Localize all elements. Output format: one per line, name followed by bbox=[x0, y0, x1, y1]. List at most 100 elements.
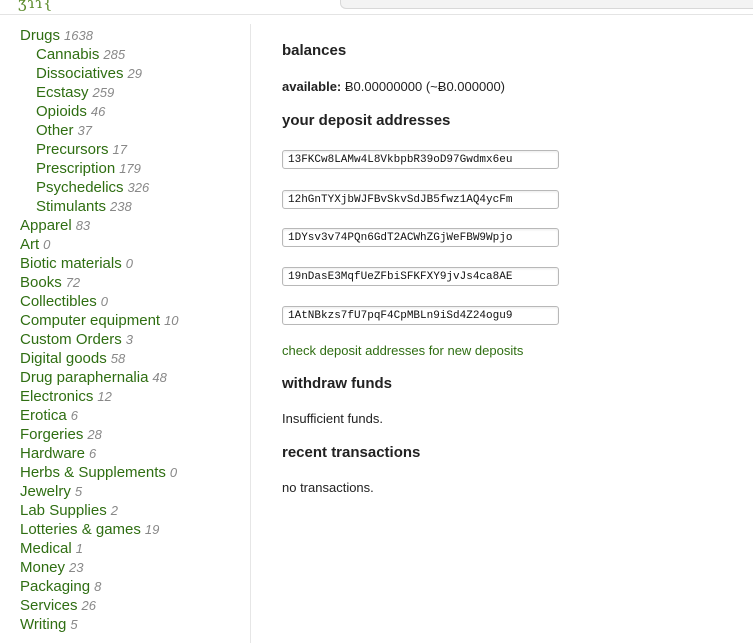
category-link[interactable]: Medical 1 bbox=[20, 539, 83, 558]
subcategory-link[interactable]: Cannabis 285 bbox=[36, 45, 125, 64]
category-label: Lab Supplies bbox=[20, 502, 107, 519]
category-label: Art bbox=[20, 236, 40, 253]
category-link[interactable]: Apparel 83 bbox=[20, 216, 90, 235]
category-count: 326 bbox=[127, 180, 150, 195]
category-label: Computer equipment bbox=[20, 312, 161, 329]
category-link[interactable]: Services 26 bbox=[20, 596, 96, 615]
category-count: 1 bbox=[75, 541, 83, 556]
category-count: 3 bbox=[125, 332, 133, 347]
category-sidebar: Drugs 1638 Cannabis 285 Dissociatives 29 Ecsta… bbox=[0, 24, 251, 643]
category-link[interactable]: Jewelry 5 bbox=[20, 482, 82, 501]
category-label: Electronics bbox=[20, 388, 94, 405]
category-label: Dissociatives bbox=[36, 65, 124, 82]
deposit-address-field[interactable] bbox=[282, 190, 559, 209]
category-label: Biotic materials bbox=[20, 255, 122, 272]
category-label: Writing bbox=[20, 616, 67, 633]
category-label: Ecstasy bbox=[36, 84, 89, 101]
subcategory-link[interactable]: Psychedelics 326 bbox=[36, 178, 149, 197]
category-link[interactable]: Computer equipment 10 bbox=[20, 311, 179, 330]
category-count: 83 bbox=[75, 218, 91, 233]
subcategory-link[interactable]: Other 37 bbox=[36, 121, 92, 140]
category-count: 0 bbox=[169, 465, 178, 480]
balances-heading: balances bbox=[282, 42, 347, 59]
category-label: Drug paraphernalia bbox=[20, 369, 149, 386]
available-value: Ƀ0.00000000 (~Ƀ0.000000) bbox=[344, 79, 505, 94]
category-count: 12 bbox=[97, 389, 112, 404]
category-link[interactable]: Hardware 6 bbox=[20, 444, 96, 463]
category-link[interactable]: Lab Supplies 2 bbox=[20, 501, 118, 520]
category-label: Packaging bbox=[20, 578, 91, 595]
subcategory-link[interactable]: Ecstasy 259 bbox=[36, 83, 114, 102]
category-count: 37 bbox=[77, 123, 92, 138]
category-label: Medical bbox=[20, 540, 72, 557]
category-count: 6 bbox=[89, 446, 97, 461]
category-link[interactable]: Biotic materials 0 bbox=[20, 254, 133, 273]
category-label: Jewelry bbox=[20, 483, 71, 500]
category-label: Forgeries bbox=[20, 426, 84, 443]
deposit-address-field[interactable] bbox=[282, 306, 559, 325]
subcategory-link[interactable]: Dissociatives 29 bbox=[36, 64, 142, 83]
site-logo[interactable]: ʒɿɿ{ bbox=[18, 0, 54, 12]
category-count: 28 bbox=[87, 427, 102, 442]
category-count: 238 bbox=[110, 199, 132, 214]
category-count: 1638 bbox=[64, 28, 93, 43]
category-count: 10 bbox=[164, 313, 179, 328]
category-label: Erotica bbox=[20, 407, 67, 424]
deposit-addresses-heading: your deposit addresses bbox=[282, 112, 451, 129]
deposit-address-field[interactable] bbox=[282, 150, 559, 169]
category-count: 0 bbox=[100, 294, 108, 309]
category-label: Books bbox=[20, 274, 62, 291]
category-count: 26 bbox=[81, 598, 96, 613]
category-link[interactable]: Drugs 1638 bbox=[20, 26, 93, 45]
category-count: 0 bbox=[43, 237, 51, 252]
deposit-address-field[interactable] bbox=[282, 267, 559, 286]
check-deposits-link[interactable]: check deposit addresses for new deposits bbox=[282, 343, 523, 358]
category-link[interactable]: Drug paraphernalia 48 bbox=[20, 368, 167, 387]
category-label: Services bbox=[20, 597, 78, 614]
category-link[interactable]: Collectibles 0 bbox=[20, 292, 108, 311]
category-link[interactable]: Erotica 6 bbox=[20, 406, 78, 425]
category-label: Prescription bbox=[36, 160, 116, 177]
subcategory-link[interactable]: Stimulants 238 bbox=[36, 197, 132, 216]
subcategory-link[interactable]: Prescription 179 bbox=[36, 159, 141, 178]
category-label: Herbs & Supplements bbox=[20, 464, 166, 481]
recent-transactions-heading: recent transactions bbox=[282, 444, 421, 461]
category-count: 259 bbox=[92, 85, 115, 100]
category-count: 19 bbox=[144, 522, 160, 537]
withdraw-status-text: Insufficient funds. bbox=[282, 411, 383, 426]
available-balance: available: Ƀ0.00000000 (~Ƀ0.000000) bbox=[282, 79, 505, 94]
category-count: 17 bbox=[112, 142, 127, 157]
category-count: 285 bbox=[103, 47, 126, 62]
subcategory-link[interactable]: Opioids 46 bbox=[36, 102, 105, 121]
category-link[interactable]: Forgeries 28 bbox=[20, 425, 102, 444]
category-link[interactable]: Lotteries & games 19 bbox=[20, 520, 159, 539]
category-link[interactable]: Art 0 bbox=[20, 235, 50, 254]
account-main: balances available: Ƀ0.00000000 (~Ƀ0.000… bbox=[282, 0, 742, 643]
category-count: 48 bbox=[152, 370, 167, 385]
category-link[interactable]: Digital goods 58 bbox=[20, 349, 125, 368]
category-count: 29 bbox=[127, 66, 142, 81]
category-link[interactable]: Money 23 bbox=[20, 558, 84, 577]
deposit-address-field[interactable] bbox=[282, 228, 559, 247]
category-count: 5 bbox=[74, 484, 83, 499]
category-link[interactable]: Custom Orders 3 bbox=[20, 330, 133, 349]
category-label: Money bbox=[20, 559, 66, 576]
category-link[interactable]: Electronics 12 bbox=[20, 387, 112, 406]
subcategory-link[interactable]: Precursors 17 bbox=[36, 140, 127, 159]
category-link[interactable]: Herbs & Supplements 0 bbox=[20, 463, 177, 482]
category-label: Apparel bbox=[20, 217, 72, 234]
available-label: available: bbox=[282, 79, 342, 94]
category-label: Stimulants bbox=[36, 198, 107, 215]
category-link[interactable]: Packaging 8 bbox=[20, 577, 101, 596]
category-label: Cannabis bbox=[36, 46, 100, 63]
category-label: Psychedelics bbox=[36, 179, 124, 196]
category-count: 2 bbox=[110, 503, 118, 518]
category-count: 58 bbox=[110, 351, 126, 366]
category-link[interactable]: Books 72 bbox=[20, 273, 80, 292]
category-label: Custom Orders bbox=[20, 331, 122, 348]
withdraw-funds-heading: withdraw funds bbox=[282, 375, 392, 392]
category-link[interactable]: Writing 5 bbox=[20, 615, 78, 634]
category-count: 5 bbox=[70, 617, 78, 632]
category-count: 179 bbox=[119, 161, 141, 176]
category-label: Opioids bbox=[36, 103, 87, 120]
